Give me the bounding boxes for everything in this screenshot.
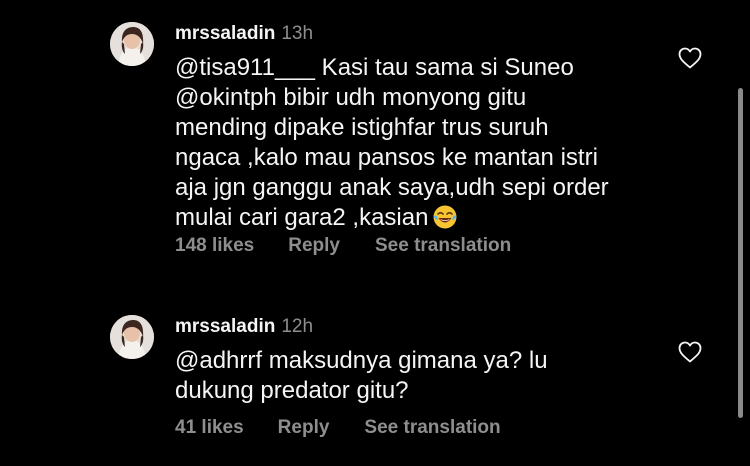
likes-count[interactable]: 148 likes xyxy=(175,235,254,256)
heart-icon[interactable] xyxy=(678,47,702,69)
timestamp: 12h xyxy=(281,316,314,337)
comment-text-content: @tisa911___ Kasi tau sama si Suneo @okin… xyxy=(175,54,609,231)
comment-meta: mrssaladin 12h xyxy=(175,315,313,339)
comment-text: @adhrrf maksudnya gimana ya? lu dukung p… xyxy=(175,347,548,404)
username[interactable]: mrssaladin xyxy=(175,316,275,337)
avatar[interactable] xyxy=(110,22,154,66)
comment-text: @tisa911___ Kasi tau sama si Suneo @okin… xyxy=(175,53,655,233)
reply-button[interactable]: Reply xyxy=(278,417,330,438)
avatar[interactable] xyxy=(110,315,154,359)
face-with-tears-of-joy-icon xyxy=(433,205,457,229)
see-translation-button[interactable]: See translation xyxy=(375,235,511,256)
scrollbar[interactable] xyxy=(738,88,743,418)
comment-actions: 41 likes Reply See translation xyxy=(175,416,501,440)
comment-meta: mrssaladin 13h xyxy=(175,22,313,46)
username[interactable]: mrssaladin xyxy=(175,23,275,44)
see-translation-button[interactable]: See translation xyxy=(364,417,500,438)
comment-actions: 148 likes Reply See translation xyxy=(175,234,511,258)
likes-count[interactable]: 41 likes xyxy=(175,417,244,438)
heart-icon[interactable] xyxy=(678,341,702,363)
reply-button[interactable]: Reply xyxy=(288,235,340,256)
timestamp: 13h xyxy=(281,23,314,44)
